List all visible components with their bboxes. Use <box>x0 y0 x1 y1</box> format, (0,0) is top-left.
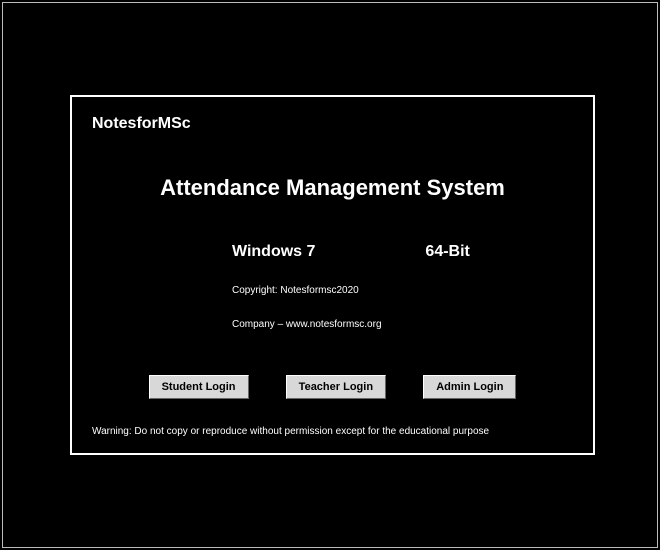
warning-text: Warning: Do not copy or reproduce withou… <box>92 426 489 437</box>
os-bits: 64-Bit <box>425 243 469 261</box>
admin-login-button[interactable]: Admin Login <box>423 375 516 399</box>
splash-panel: NotesforMSc Attendance Management System… <box>70 95 595 455</box>
app-title: Attendance Management System <box>92 175 573 201</box>
info-block: Copyright: Notesformsc2020 Company – www… <box>232 285 573 331</box>
copyright-text: Copyright: Notesformsc2020 <box>232 285 573 297</box>
brand-label: NotesforMSc <box>92 115 573 133</box>
login-buttons-row: Student Login Teacher Login Admin Login <box>72 375 593 399</box>
os-name: Windows 7 <box>232 243 315 261</box>
student-login-button[interactable]: Student Login <box>149 375 249 399</box>
company-text: Company – www.notesformsc.org <box>232 319 573 331</box>
os-info-row: Windows 7 64-Bit <box>92 243 573 261</box>
teacher-login-button[interactable]: Teacher Login <box>286 375 386 399</box>
